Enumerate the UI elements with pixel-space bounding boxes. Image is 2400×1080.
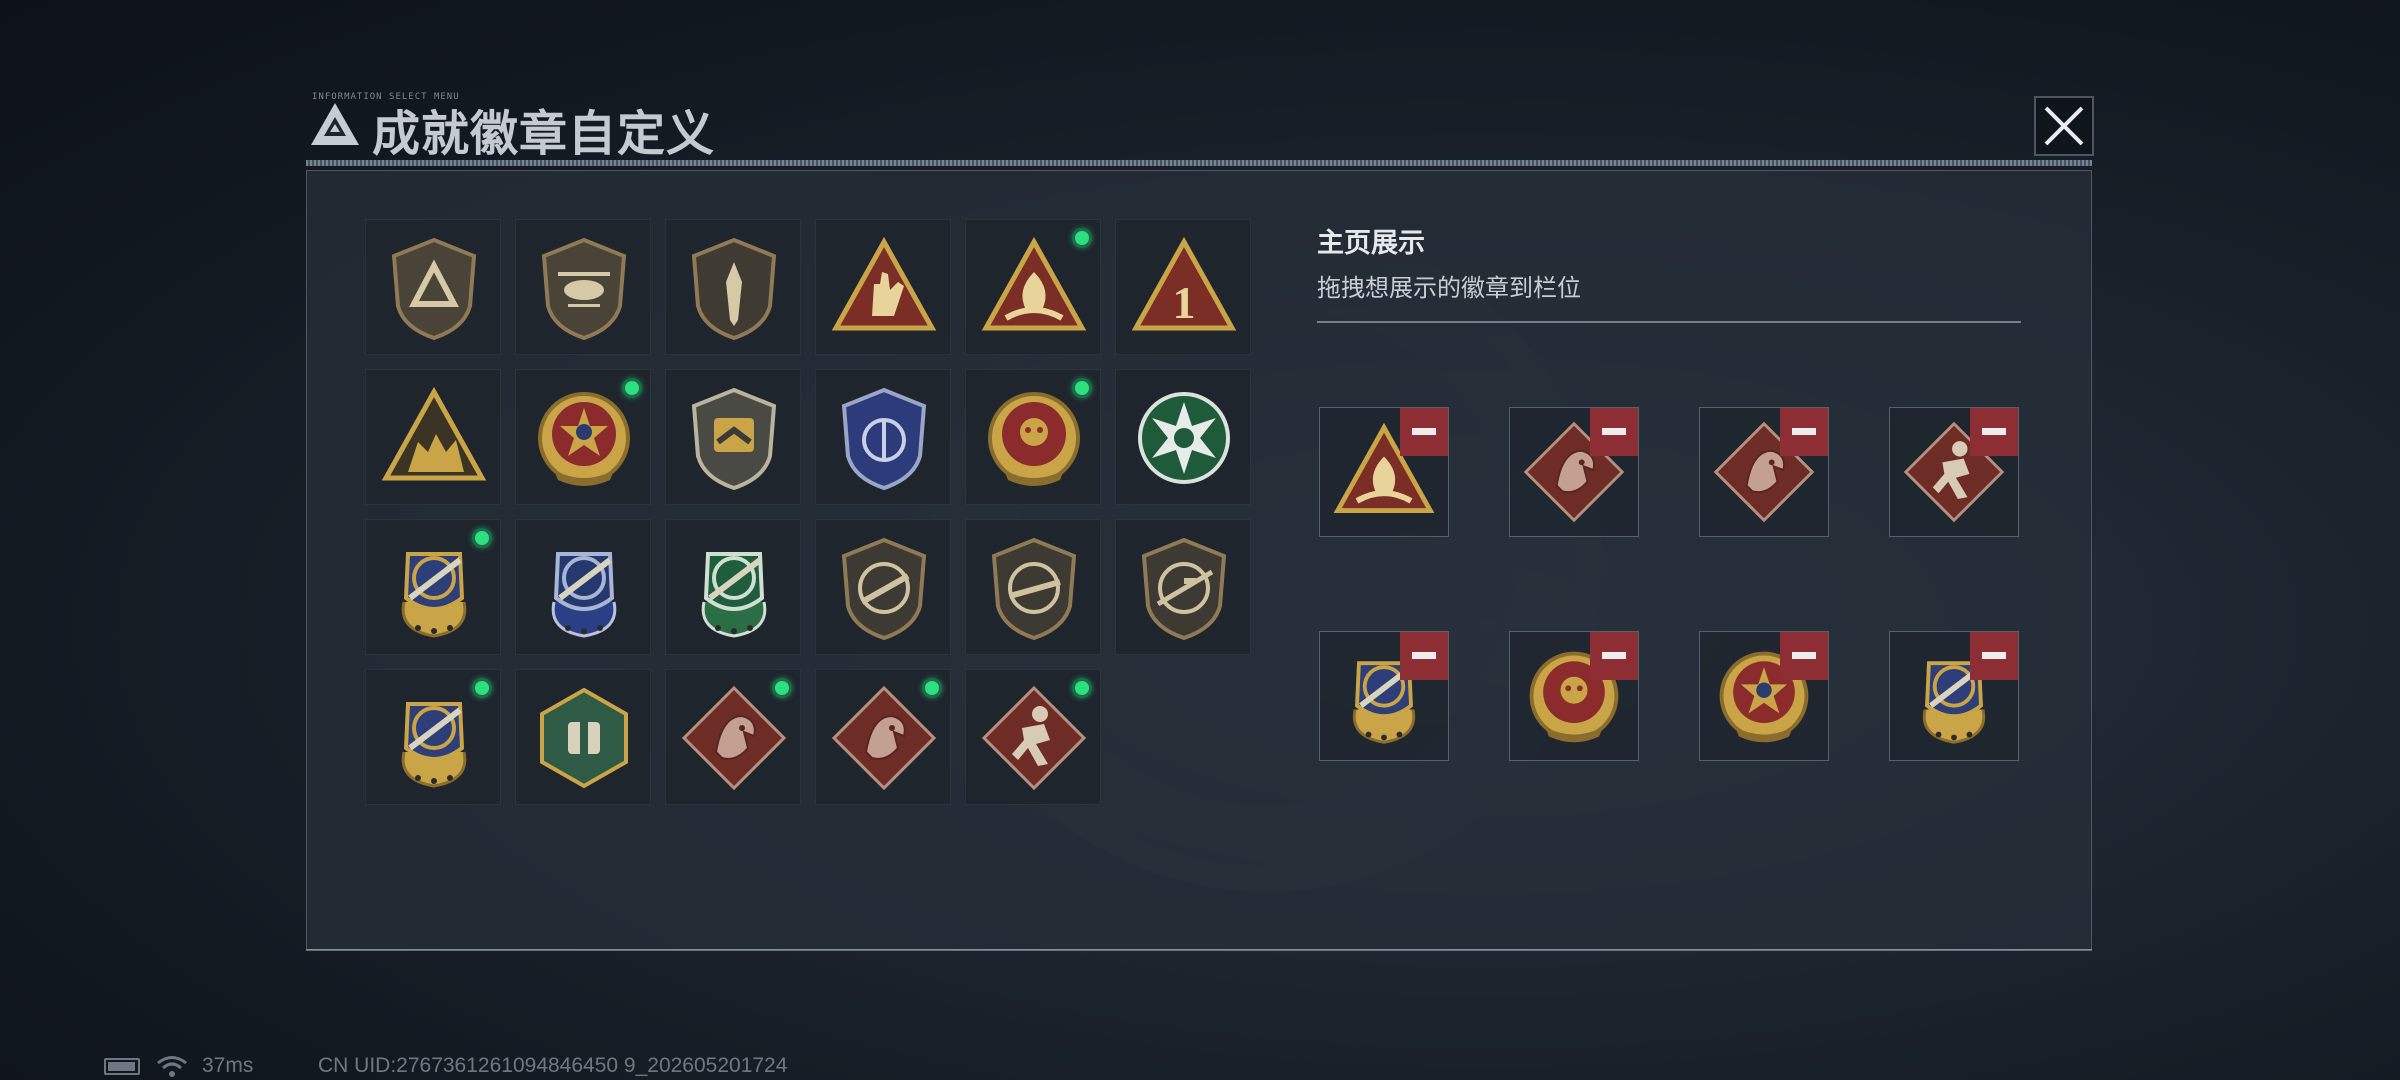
star-wreath-badge-icon xyxy=(538,392,630,486)
ping-readout: 37ms xyxy=(202,1054,254,1077)
showcase-slots xyxy=(1319,407,2019,761)
green-burst-badge-icon xyxy=(1138,392,1230,484)
soldiers-triangle-badge-icon xyxy=(381,386,487,481)
new-indicator-dot xyxy=(1072,678,1092,698)
svg-text:1: 1 xyxy=(1173,277,1196,328)
badge-tile-skull-wreath-badge[interactable] xyxy=(965,369,1101,505)
new-indicator-dot xyxy=(1072,378,1092,398)
badge-tile-gold-rifle-crest-badge[interactable] xyxy=(365,519,501,655)
showcase-slot-5[interactable] xyxy=(1319,631,1449,761)
new-indicator-dot xyxy=(472,528,492,548)
remove-badge-button[interactable] xyxy=(1590,632,1638,680)
new-indicator-dot xyxy=(772,678,792,698)
badge-tile-blue-crest-badge[interactable] xyxy=(815,369,951,505)
dragon-diamond-badge-2-icon xyxy=(831,685,937,791)
remove-badge-button[interactable] xyxy=(1970,632,2018,680)
green-hexagon-badge-icon xyxy=(540,687,628,789)
remove-badge-button[interactable] xyxy=(1780,408,1828,456)
badge-tile-hand-sign-triangle-badge[interactable] xyxy=(815,219,951,355)
remove-badge-button[interactable] xyxy=(1970,408,2018,456)
new-indicator-dot xyxy=(622,378,642,398)
badge-tile-flame-triangle-badge[interactable] xyxy=(965,219,1101,355)
gold-rifle-crest-badge-2-icon xyxy=(401,702,467,788)
badge-tile-triangle-shield-badge[interactable] xyxy=(365,219,501,355)
blue-rifle-crest-badge-icon xyxy=(551,552,617,638)
close-button[interactable] xyxy=(2034,96,2094,156)
bronze-rifle-shield-badge-icon xyxy=(841,537,927,641)
badge-collection-grid: 1 xyxy=(365,219,1251,805)
showcase-hint: 拖拽想展示的徽章到栏位 xyxy=(1317,275,1581,302)
badge-tile-dragon-diamond-badge[interactable] xyxy=(665,669,801,805)
badge-tile-runner-diamond-badge[interactable] xyxy=(965,669,1101,805)
dialog-titlebar: INFORMATION SELECT MENU 成就徽章自定义 xyxy=(296,92,2102,162)
badge-tile-gold-rifle-crest-badge-2[interactable] xyxy=(365,669,501,805)
showcase-slot-8[interactable] xyxy=(1889,631,2019,761)
badge-tile-chevron-shield-badge[interactable] xyxy=(665,369,801,505)
helicopter-shield-badge-icon xyxy=(541,237,627,341)
triangle-logo-icon xyxy=(308,100,362,148)
badge-tile-green-burst-badge[interactable] xyxy=(1115,369,1251,505)
showcase-slot-6[interactable] xyxy=(1509,631,1639,761)
badge-dialog-panel: 1 主页展示 拖拽想展示的徽章到栏位 xyxy=(306,170,2092,950)
green-rifle-crest-badge-icon xyxy=(701,552,767,638)
showcase-title: 主页展示 xyxy=(1317,228,1425,258)
badge-tile-star-wreath-badge[interactable] xyxy=(515,369,651,505)
skull-wreath-badge-icon xyxy=(988,392,1080,486)
badge-tile-soldiers-triangle-badge[interactable] xyxy=(365,369,501,505)
remove-badge-button[interactable] xyxy=(1590,408,1638,456)
uid-readout: CN UID:2767361261094846450 9_20260520172… xyxy=(318,1054,788,1077)
bronze-sniper-shield-badge-icon xyxy=(1141,537,1227,641)
wifi-icon xyxy=(157,1056,187,1077)
page-title: 成就徽章自定义 xyxy=(372,106,716,162)
badge-tile-dragon-diamond-badge-2[interactable] xyxy=(815,669,951,805)
new-indicator-dot xyxy=(922,678,942,698)
bronze-rifle-shield-badge-2-icon xyxy=(991,537,1077,641)
remove-badge-button[interactable] xyxy=(1400,632,1448,680)
blue-crest-badge-icon xyxy=(841,387,927,491)
title-divider xyxy=(306,160,2092,166)
new-indicator-dot xyxy=(1072,228,1092,248)
badge-tile-green-hexagon-badge[interactable] xyxy=(515,669,651,805)
showcase-slot-2[interactable] xyxy=(1509,407,1639,537)
dagger-shield-badge-icon xyxy=(691,237,777,341)
badge-tile-blue-rifle-crest-badge[interactable] xyxy=(515,519,651,655)
dragon-diamond-badge-icon xyxy=(681,685,787,791)
showcase-slot-4[interactable] xyxy=(1889,407,2019,537)
badge-tile-bronze-rifle-shield-badge[interactable] xyxy=(815,519,951,655)
showcase-slot-1[interactable] xyxy=(1319,407,1449,537)
showcase-divider xyxy=(1317,321,2021,323)
hand-sign-triangle-badge-icon xyxy=(831,236,937,331)
homepage-showcase: 主页展示 拖拽想展示的徽章到栏位 xyxy=(1317,221,2037,761)
badge-tile-number-one-triangle-badge[interactable]: 1 xyxy=(1115,219,1251,355)
badge-tile-bronze-sniper-shield-badge[interactable] xyxy=(1115,519,1251,655)
chevron-shield-badge-icon xyxy=(691,387,777,491)
remove-badge-button[interactable] xyxy=(1400,408,1448,456)
remove-badge-button[interactable] xyxy=(1780,632,1828,680)
close-x-icon xyxy=(2044,106,2084,146)
showcase-slot-3[interactable] xyxy=(1699,407,1829,537)
panel-bottom-divider xyxy=(306,949,2092,951)
triangle-shield-badge-icon xyxy=(391,237,477,341)
number-one-triangle-badge-icon: 1 xyxy=(1131,236,1237,331)
badge-tile-bronze-rifle-shield-badge-2[interactable] xyxy=(965,519,1101,655)
battery-icon xyxy=(104,1058,140,1075)
runner-diamond-badge-icon xyxy=(981,685,1087,791)
gold-rifle-crest-badge-icon xyxy=(401,552,467,638)
new-indicator-dot xyxy=(472,678,492,698)
badge-tile-helicopter-shield-badge[interactable] xyxy=(515,219,651,355)
showcase-slot-7[interactable] xyxy=(1699,631,1829,761)
badge-tile-green-rifle-crest-badge[interactable] xyxy=(665,519,801,655)
flame-triangle-badge-icon xyxy=(981,236,1087,331)
badge-tile-dagger-shield-badge[interactable] xyxy=(665,219,801,355)
